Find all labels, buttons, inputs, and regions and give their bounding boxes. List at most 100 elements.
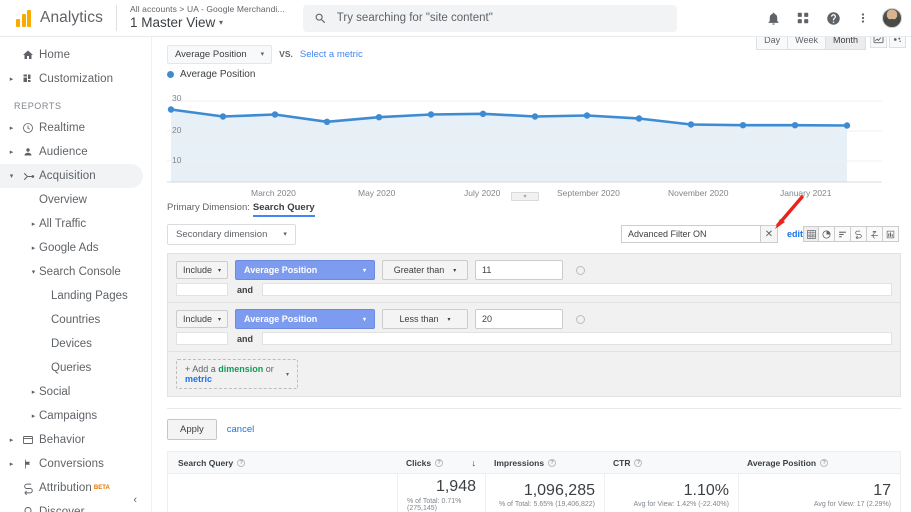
summary-cell-impressions: 1,096,285 % of Total: 5.65% (19,406,822) bbox=[485, 474, 604, 512]
sidebar-item-social[interactable]: ▸ Social bbox=[0, 380, 151, 404]
main-content: Average Position ▾ VS. Select a metric D… bbox=[152, 37, 911, 512]
granularity-toggle-group: Day Week Month bbox=[756, 37, 866, 50]
sidebar-item-label: All Traffic bbox=[39, 218, 87, 230]
remove-circle-icon[interactable] bbox=[576, 265, 586, 275]
sidebar-item-conversions[interactable]: ▸ Conversions bbox=[0, 452, 151, 476]
secondary-dimension-button[interactable]: Secondary dimension ▾ bbox=[167, 223, 296, 245]
filter-value-input[interactable] bbox=[475, 260, 564, 280]
advanced-filter-status[interactable]: Advanced Filter ON bbox=[620, 225, 761, 243]
filter-condition-button[interactable]: Less than ▾ bbox=[382, 309, 469, 329]
chart-scroll-handle[interactable]: ▾ bbox=[511, 192, 539, 201]
filter-row-controls: Include ▾ Average Position ▾ Greater tha… bbox=[176, 260, 892, 280]
summary-subtext: Avg for View: 17 (2.29%) bbox=[813, 501, 891, 509]
help-icon[interactable]: ? bbox=[634, 458, 643, 467]
pivot-icon[interactable] bbox=[883, 226, 899, 242]
help-icon[interactable]: ? bbox=[237, 458, 246, 467]
metric-selector-button[interactable]: Average Position ▾ bbox=[167, 44, 273, 64]
sidebar-item-devices[interactable]: Devices bbox=[0, 332, 151, 356]
more-vert-icon[interactable] bbox=[848, 3, 878, 33]
help-icon[interactable]: ? bbox=[435, 458, 444, 467]
collapse-sidebar-button[interactable]: ‹ bbox=[133, 494, 137, 506]
sidebar-item-search-console[interactable]: ▾ Search Console bbox=[0, 260, 151, 284]
view-name-row[interactable]: 1 Master View ▾ bbox=[130, 16, 285, 30]
filter-include-button[interactable]: Include ▾ bbox=[176, 261, 229, 279]
brand-name: Analytics bbox=[40, 9, 103, 26]
account-selector[interactable]: All accounts > UA - Google Merchandi... … bbox=[130, 5, 285, 30]
sidebar-item-all-traffic[interactable]: ▸ All Traffic bbox=[0, 212, 151, 236]
performance-icon[interactable] bbox=[851, 226, 867, 242]
close-icon[interactable]: ✕ bbox=[760, 225, 778, 243]
bar-chart-icon[interactable] bbox=[835, 226, 851, 242]
sidebar-item-overview[interactable]: Overview bbox=[0, 188, 151, 212]
filter-condition-button[interactable]: Greater than ▾ bbox=[382, 260, 469, 280]
help-icon[interactable]: ? bbox=[548, 458, 557, 467]
sort-desc-icon[interactable]: ↓ bbox=[472, 458, 477, 468]
granularity-month[interactable]: Month bbox=[825, 37, 866, 50]
chevron-right-icon: ▸ bbox=[9, 149, 14, 156]
search-input[interactable] bbox=[336, 12, 666, 24]
primary-dimension-value[interactable]: Search Query bbox=[252, 202, 315, 217]
filter-dimension-button[interactable]: Average Position ▾ bbox=[235, 260, 376, 280]
sidebar-item-label: Acquisition bbox=[39, 170, 96, 182]
annotation-icon[interactable] bbox=[889, 37, 906, 48]
select-a-metric-link[interactable]: Select a metric bbox=[300, 49, 363, 60]
help-icon[interactable] bbox=[818, 3, 848, 33]
sidebar-item-audience[interactable]: ▸ Audience bbox=[0, 140, 151, 164]
table-view-icon[interactable] bbox=[803, 226, 819, 242]
and-spacer-left bbox=[176, 283, 228, 296]
sidebar-item-campaigns[interactable]: ▸ Campaigns bbox=[0, 404, 151, 428]
header-icon-group bbox=[758, 3, 902, 33]
sidebar-item-acquisition[interactable]: ▾ Acquisition bbox=[0, 164, 143, 188]
acquisition-icon bbox=[17, 170, 39, 183]
cancel-link[interactable]: cancel bbox=[227, 424, 254, 435]
sidebar-item-customization[interactable]: ▸ Customization bbox=[0, 67, 151, 91]
apps-grid-icon[interactable] bbox=[788, 3, 818, 33]
filter-value-input[interactable] bbox=[475, 309, 564, 329]
add-dimension-or-metric-button[interactable]: + Add a dimension or metric ▾ bbox=[176, 359, 298, 389]
granularity-week[interactable]: Week bbox=[788, 37, 826, 50]
sidebar-item-attribution[interactable]: Attribution BETA bbox=[0, 476, 151, 500]
queries-table: Search Query ? Clicks ? ↓ Impressions ? … bbox=[167, 451, 901, 512]
sidebar-item-landing-pages[interactable]: Landing Pages bbox=[0, 284, 151, 308]
sidebar-item-label: Countries bbox=[51, 314, 101, 326]
sidebar-item-google-ads[interactable]: ▸ Google Ads bbox=[0, 236, 151, 260]
column-header-search-query[interactable]: Search Query ? bbox=[168, 458, 397, 468]
apply-button[interactable]: Apply bbox=[167, 419, 217, 440]
column-header-clicks[interactable]: Clicks ? ↓ bbox=[397, 458, 485, 468]
sidebar-item-discover[interactable]: Discover bbox=[0, 500, 151, 512]
sidebar-item-countries[interactable]: Countries bbox=[0, 308, 151, 332]
summary-subtext: % of Total: 5.65% (19,406,822) bbox=[499, 501, 595, 509]
y-axis-tick-30: 30 bbox=[172, 93, 182, 103]
summary-cell-clicks: 1,948 % of Total: 0.71% (275,145) bbox=[397, 474, 485, 512]
sidebar-item-realtime[interactable]: ▸ Realtime bbox=[0, 116, 151, 140]
account-breadcrumb: All accounts > UA - Google Merchandi... bbox=[129, 4, 285, 15]
global-search[interactable] bbox=[302, 4, 677, 32]
average-position-chart: 30 20 10 March 2020 May 2020 July 2020 S… bbox=[167, 84, 883, 201]
pie-chart-icon[interactable] bbox=[819, 226, 835, 242]
edit-filter-link[interactable]: edit bbox=[787, 229, 803, 239]
sidebar-item-queries[interactable]: Queries bbox=[0, 356, 151, 380]
and-label: and bbox=[237, 284, 254, 295]
column-header-impressions[interactable]: Impressions ? bbox=[485, 458, 604, 468]
column-header-average-position[interactable]: Average Position ? bbox=[738, 458, 900, 468]
remove-circle-icon[interactable] bbox=[576, 314, 586, 324]
x-axis-tick-1: May 2020 bbox=[358, 188, 396, 198]
x-axis-tick-5: January 2021 bbox=[780, 188, 832, 198]
help-icon[interactable]: ? bbox=[820, 458, 829, 467]
chart-type-icon[interactable] bbox=[870, 37, 887, 48]
comparison-icon[interactable] bbox=[867, 226, 883, 242]
sidebar-item-label: Campaigns bbox=[39, 410, 98, 422]
bell-icon[interactable] bbox=[758, 3, 788, 33]
chevron-right-icon: ▸ bbox=[9, 125, 14, 132]
sidebar-item-behavior[interactable]: ▸ Behavior bbox=[0, 428, 151, 452]
avatar[interactable] bbox=[882, 8, 902, 28]
filter-actions-row: Apply cancel bbox=[167, 408, 901, 440]
sidebar-item-home[interactable]: Home bbox=[0, 43, 151, 67]
add-middle-word: or bbox=[263, 364, 274, 374]
column-header-ctr[interactable]: CTR ? bbox=[604, 458, 738, 468]
granularity-day[interactable]: Day bbox=[756, 37, 789, 50]
filter-include-button[interactable]: Include ▾ bbox=[176, 310, 229, 328]
summary-value: 1,948 bbox=[435, 478, 476, 496]
chevron-right-icon: ▸ bbox=[9, 76, 14, 83]
filter-dimension-button[interactable]: Average Position ▾ bbox=[235, 309, 376, 329]
